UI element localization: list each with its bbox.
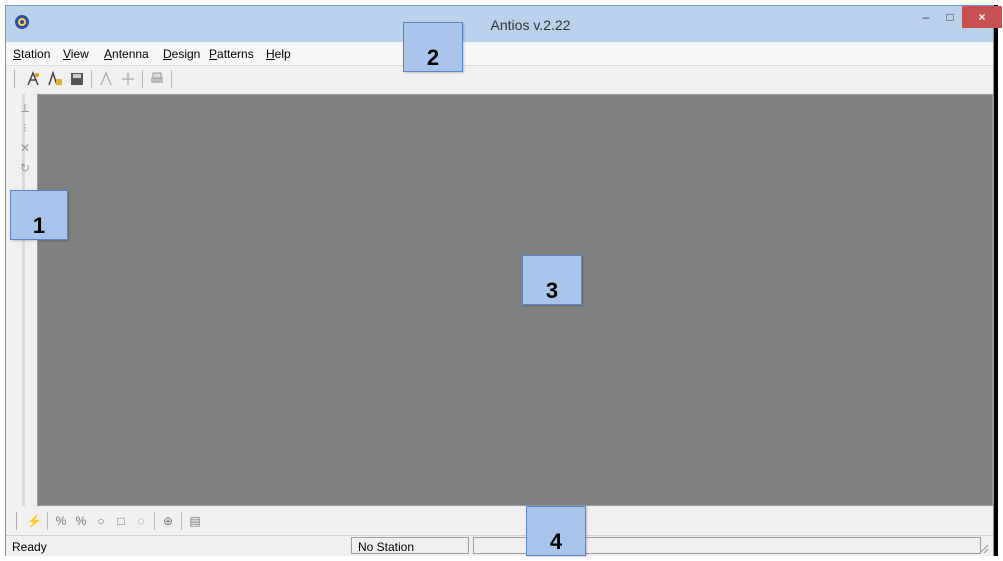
save-icon[interactable]: [69, 71, 85, 87]
cross-icon[interactable]: ✕: [17, 140, 33, 156]
new-station-icon[interactable]: [25, 71, 41, 87]
toolbar-grip[interactable]: [14, 70, 18, 88]
menu-bar: Station View Antenna Design Patterns Hel…: [6, 43, 993, 66]
resize-grip-icon[interactable]: [977, 542, 989, 554]
main-window: Antios v.2.22 – □ × Station View Antenna…: [5, 5, 1002, 556]
arc-icon[interactable]: ◌: [134, 514, 148, 528]
antenna-edit-icon[interactable]: [98, 71, 114, 87]
workspace-area[interactable]: [37, 94, 993, 506]
toolbar-separator: [91, 70, 92, 88]
menu-antenna[interactable]: Antenna: [104, 47, 149, 61]
lightning-icon[interactable]: ⚡: [27, 514, 42, 528]
status-station: No Station: [351, 537, 469, 554]
loop-icon[interactable]: ↻: [17, 160, 33, 176]
close-button[interactable]: ×: [962, 6, 1002, 28]
menu-station[interactable]: Station: [13, 47, 50, 61]
status-ready: Ready: [12, 540, 47, 554]
menu-view[interactable]: View: [63, 47, 89, 61]
pattern-toolbar: ⚡ % % ○ □ ◌ ⊕ ▤: [16, 509, 205, 533]
callout-3: 3: [522, 255, 582, 305]
square-icon[interactable]: □: [114, 514, 128, 528]
toolbar-grip[interactable]: [16, 512, 20, 530]
main-toolbar: [14, 67, 175, 91]
toolbar-separator: [47, 512, 48, 530]
report-icon[interactable]: ▤: [188, 514, 202, 528]
percent-alt-icon[interactable]: %: [74, 514, 88, 528]
callout-1: 1: [10, 190, 68, 240]
callout-4: 4: [526, 506, 586, 556]
callout-2: 2: [403, 22, 463, 72]
add-element-icon[interactable]: [120, 71, 136, 87]
status-bar: Ready No Station: [6, 535, 993, 556]
percent-icon[interactable]: %: [54, 514, 68, 528]
title-bar: Antios v.2.22 – □ ×: [6, 6, 1002, 42]
window-title: Antios v.2.22: [490, 17, 571, 33]
menu-patterns[interactable]: Patterns: [209, 47, 254, 61]
element-icon[interactable]: ⁝: [17, 120, 33, 136]
left-toolbar: ⟂ ⁝ ✕ ↻: [14, 96, 36, 496]
globe-icon[interactable]: ⊕: [161, 514, 175, 528]
menu-help[interactable]: Help: [266, 47, 291, 61]
toolbar-separator: [142, 70, 143, 88]
dipole-icon[interactable]: ⟂: [17, 100, 33, 116]
open-station-icon[interactable]: [47, 71, 63, 87]
toolbar-separator: [154, 512, 155, 530]
menu-design[interactable]: Design: [163, 47, 200, 61]
maximize-button[interactable]: □: [939, 6, 961, 28]
toolbar-separator: [181, 512, 182, 530]
toolbar-separator: [171, 70, 172, 88]
circle-icon[interactable]: ○: [94, 514, 108, 528]
print-icon[interactable]: [149, 71, 165, 87]
minimize-button[interactable]: –: [915, 6, 937, 28]
